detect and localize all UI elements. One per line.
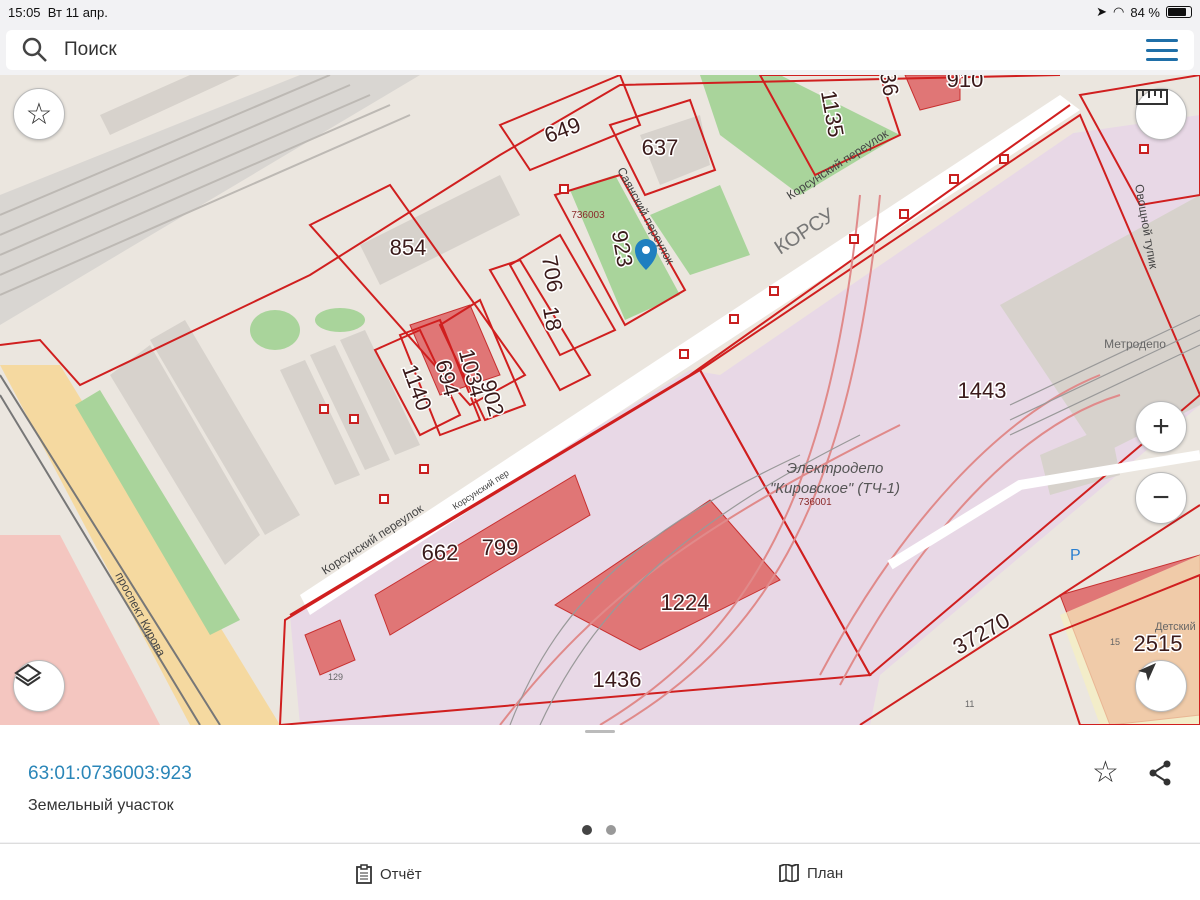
parcel-label[interactable]: 1436: [591, 666, 643, 694]
tab-plan-label: План: [807, 864, 844, 882]
parcel-label[interactable]: 854: [388, 234, 428, 262]
zoom-in-button[interactable]: +: [1135, 401, 1187, 453]
menu-icon[interactable]: [1146, 39, 1178, 61]
zoom-out-button[interactable]: −: [1135, 472, 1187, 524]
parcel-label[interactable]: 1443: [956, 377, 1008, 405]
share-icon[interactable]: [1148, 760, 1172, 786]
poi-label: Детский: [1155, 621, 1196, 633]
map-icon: [779, 864, 799, 882]
search-icon: [22, 37, 47, 62]
house-number: 15: [1110, 637, 1120, 647]
layers-button[interactable]: [13, 660, 65, 712]
favorite-star-icon[interactable]: ☆: [1092, 755, 1119, 790]
layers-icon: [14, 663, 42, 687]
poi-label: Метродепо: [1104, 337, 1166, 351]
status-bar: 15:05 Вт 11 апр. ➤ ◠ 84 %: [0, 0, 1200, 24]
cadastral-number-link[interactable]: 63:01:0736003:923: [28, 763, 192, 785]
location-icon: ➤: [1096, 4, 1108, 19]
house-number: 11: [965, 699, 974, 709]
poi-label: "Кировское" (ТЧ-1): [770, 480, 900, 497]
wifi-icon: ◠: [1113, 4, 1125, 19]
object-type: Земельный участок: [28, 797, 174, 814]
date: Вт 11 апр.: [47, 4, 108, 20]
my-location-button[interactable]: [1135, 660, 1187, 712]
quarter-label: 736001: [798, 497, 832, 508]
poi-label: Электродепо: [787, 460, 884, 477]
drag-handle[interactable]: [585, 730, 615, 733]
tab-report-label: Отчёт: [380, 865, 422, 883]
ruler-icon: [1136, 89, 1168, 105]
parcel-label[interactable]: 18: [536, 303, 568, 334]
parcel-label[interactable]: 706: [535, 252, 569, 296]
parcel-label[interactable]: 910: [945, 75, 985, 94]
search-input[interactable]: Поиск: [64, 39, 1146, 61]
navigation-arrow-icon: [1138, 663, 1156, 681]
ruler-button[interactable]: [1135, 88, 1187, 140]
page-indicator: [582, 825, 616, 835]
clipboard-icon: [356, 864, 372, 884]
time: 15:05: [8, 4, 41, 20]
parcel-label[interactable]: 662: [420, 539, 460, 567]
plus-icon: +: [1152, 410, 1170, 443]
search-bar[interactable]: Поиск: [6, 30, 1194, 70]
parcel-label[interactable]: 2515: [1132, 630, 1184, 658]
quarter-label: 736003: [571, 210, 605, 221]
minus-icon: −: [1152, 481, 1170, 514]
tab-bar: Отчёт План: [0, 843, 1200, 900]
map-view[interactable]: 649 637 1135 36 910 854 923 706 18 1140 …: [0, 75, 1200, 725]
favorite-layer-button[interactable]: ☆: [13, 88, 65, 140]
battery-text: 84 %: [1130, 4, 1160, 20]
parcel-label[interactable]: 36: [873, 75, 905, 99]
battery-icon: [1166, 6, 1192, 18]
star-icon: ☆: [25, 97, 53, 131]
parcel-label[interactable]: 799: [480, 534, 520, 562]
parcel-label[interactable]: 37270: [947, 606, 1015, 661]
tab-report[interactable]: Отчёт: [356, 864, 422, 884]
parcel-label[interactable]: 637: [640, 134, 680, 162]
house-number: 129: [328, 672, 343, 682]
tab-plan[interactable]: План: [779, 864, 843, 882]
parcel-label[interactable]: 1224: [659, 589, 711, 617]
parcel-label[interactable]: 649: [539, 110, 585, 149]
info-panel: 63:01:0736003:923 Земельный участок ☆: [0, 725, 1200, 842]
parking-label: P: [1070, 547, 1081, 564]
